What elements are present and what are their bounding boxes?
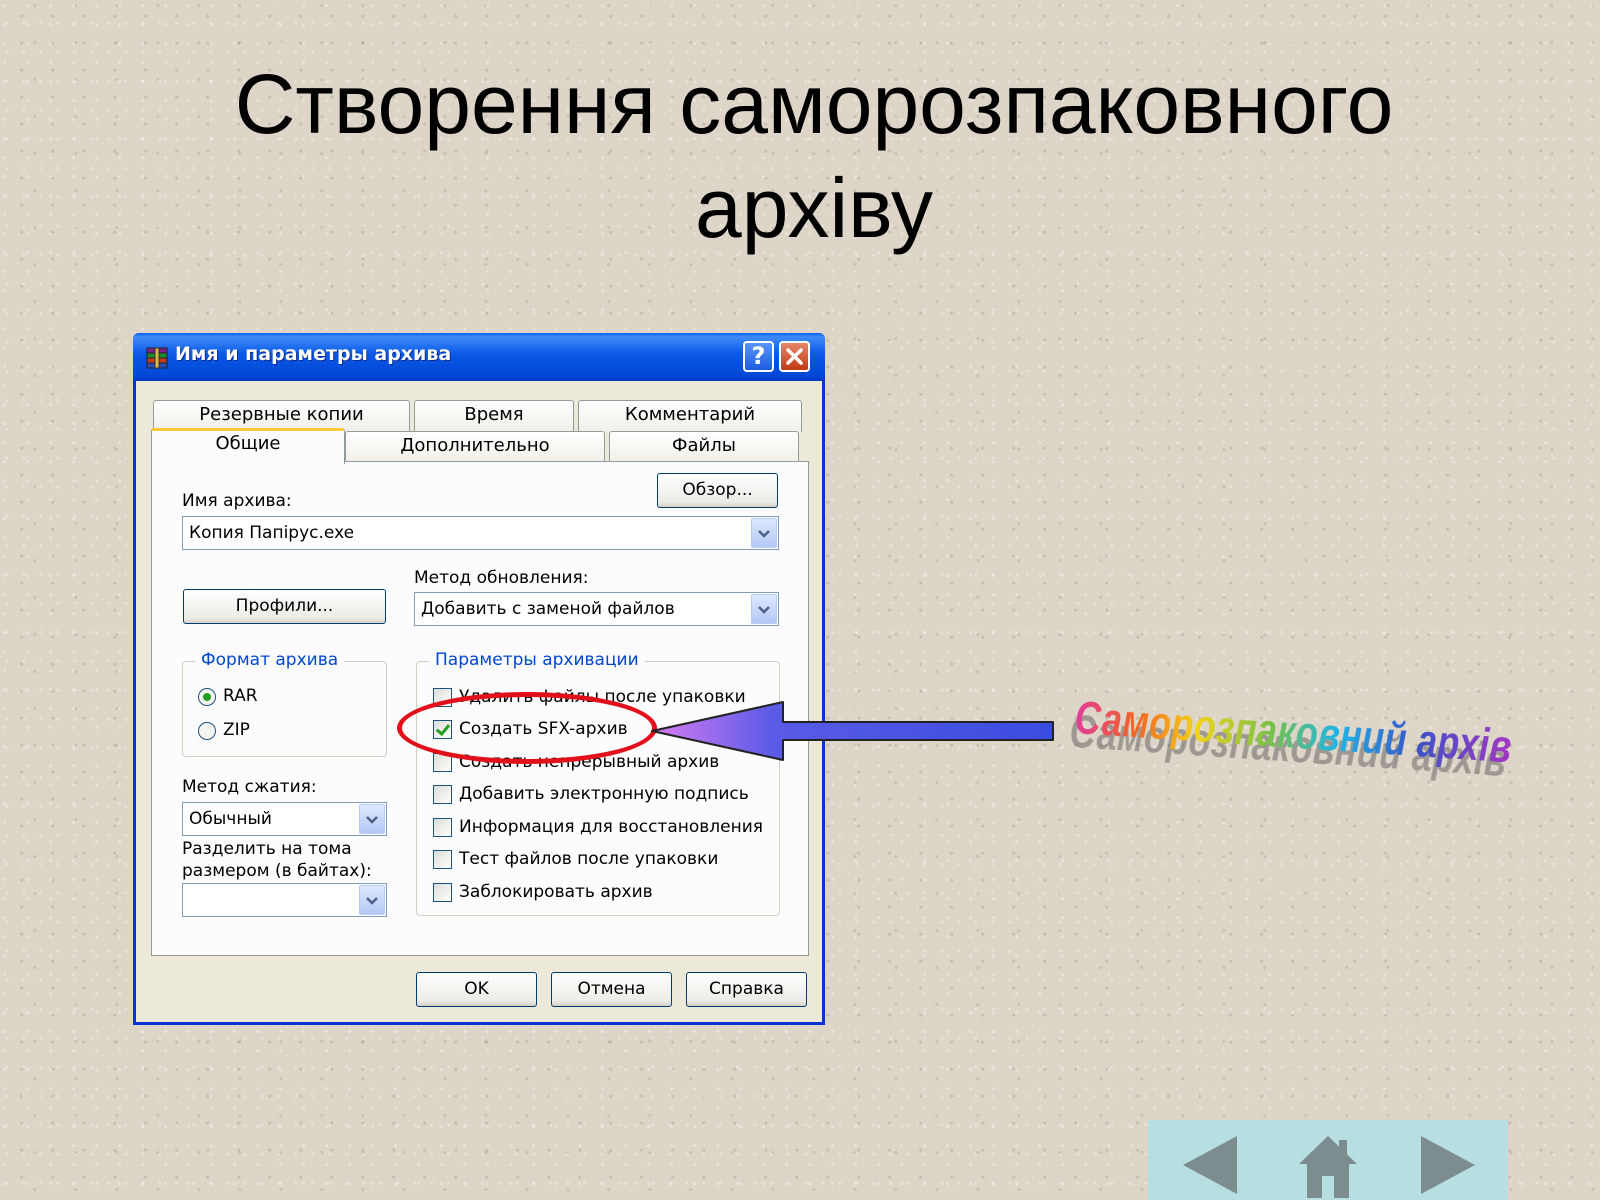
update-method-label: Метод обновления:	[414, 568, 589, 588]
split-volumes-label-line2: размером (в байтах):	[182, 861, 372, 881]
slide-title: Створення саморозпаковного архіву	[0, 52, 1600, 260]
pointer-arrow-icon	[651, 701, 1054, 761]
update-method-value: Добавить с заменой файлов	[421, 599, 675, 619]
option-checkbox[interactable]	[433, 850, 452, 869]
archive-format-legend: Формат архива	[195, 650, 345, 670]
chevron-down-icon[interactable]	[359, 885, 385, 915]
option-checkbox[interactable]	[433, 818, 452, 837]
chevron-down-icon[interactable]	[751, 518, 777, 548]
radio-zip-label[interactable]: ZIP	[223, 720, 250, 740]
tab-files[interactable]: Файлы	[609, 431, 799, 462]
prev-arrow-icon[interactable]	[1175, 1132, 1245, 1198]
cancel-button[interactable]: Отмена	[551, 972, 672, 1007]
archive-name-label: Имя архива:	[182, 491, 292, 511]
split-volumes-combo[interactable]	[182, 883, 387, 917]
next-arrow-icon[interactable]	[1413, 1132, 1483, 1198]
option-label[interactable]: Заблокировать архив	[459, 882, 653, 902]
profiles-button[interactable]: Профили...	[183, 589, 386, 624]
option-label[interactable]: Тест файлов после упаковки	[459, 849, 718, 869]
slide-title-line-1: Створення саморозпаковного	[234, 57, 1394, 151]
sfx-annotation-wordart: Саморозпаковний архів	[1073, 691, 1513, 773]
option-checkbox[interactable]	[433, 883, 452, 902]
compression-method-select[interactable]: Обычный	[182, 802, 387, 836]
radio-rar-label[interactable]: RAR	[223, 686, 258, 706]
help-button[interactable]: Справка	[686, 972, 807, 1007]
tab-advanced[interactable]: Дополнительно	[345, 431, 605, 462]
archive-options-legend: Параметры архивации	[429, 650, 645, 670]
chevron-down-icon[interactable]	[751, 594, 777, 624]
tab-time[interactable]: Время	[414, 400, 574, 432]
chevron-down-icon[interactable]	[359, 804, 385, 834]
update-method-select[interactable]: Добавить с заменой файлов	[414, 592, 779, 626]
navigation-panel	[1148, 1120, 1508, 1200]
option-checkbox[interactable]	[433, 785, 452, 804]
dialog-title: Имя и параметры архива	[175, 343, 452, 365]
slide-title-line-2: архіву	[695, 161, 933, 255]
home-icon[interactable]	[1293, 1132, 1363, 1198]
close-icon[interactable]	[779, 341, 810, 372]
tab-comment[interactable]: Комментарий	[578, 400, 802, 432]
browse-button[interactable]: Обзор...	[657, 473, 778, 508]
archive-dialog: Имя и параметры архива ? Резервные копии…	[133, 333, 825, 1025]
archive-name-value: Копия Папірус.exe	[189, 523, 355, 543]
sfx-highlight-ellipse	[397, 692, 657, 764]
radio-zip[interactable]	[198, 722, 216, 740]
tab-general[interactable]: Общие	[151, 428, 345, 464]
compression-method-value: Обычный	[189, 809, 272, 829]
dialog-titlebar[interactable]: Имя и параметры архива ?	[133, 333, 825, 381]
help-icon[interactable]: ?	[743, 341, 774, 372]
radio-rar[interactable]	[198, 688, 216, 706]
compression-method-label: Метод сжатия:	[182, 777, 317, 797]
archive-name-combo[interactable]: Копия Папірус.exe	[182, 516, 779, 550]
option-label[interactable]: Добавить электронную подпись	[459, 784, 749, 804]
ok-button[interactable]: OK	[416, 972, 537, 1007]
option-label[interactable]: Информация для восстановления	[459, 817, 763, 837]
archive-format-group: Формат архива RAR ZIP	[182, 650, 387, 757]
winrar-books-icon	[146, 347, 168, 369]
split-volumes-label-line1: Разделить на тома	[182, 839, 352, 859]
